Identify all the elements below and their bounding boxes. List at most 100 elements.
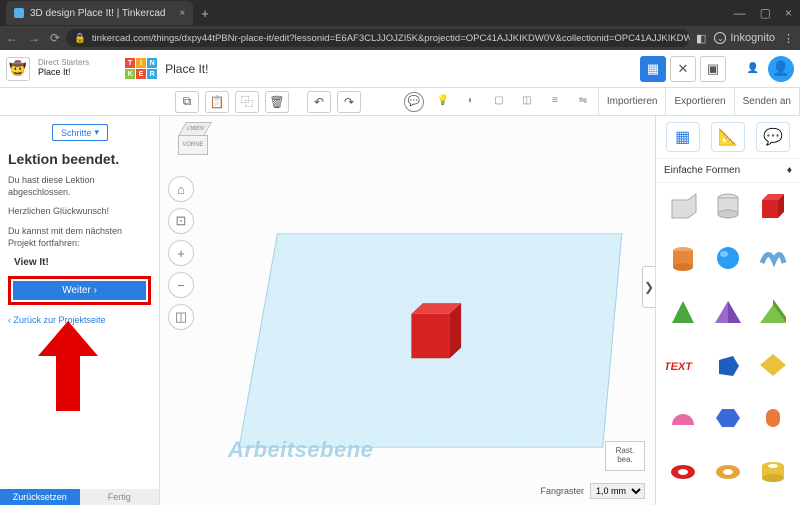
invite-icon[interactable]: 👤 <box>742 58 764 80</box>
lock-icon: 🔒 <box>74 33 86 44</box>
import-button[interactable]: Importieren <box>599 88 667 115</box>
tinkercad-logo[interactable]: TIN KER <box>125 58 157 79</box>
starter-info: Direct Starters Place It! <box>38 59 89 78</box>
shape-diamond-yellow[interactable] <box>753 347 794 383</box>
grid-view-button[interactable]: ▦ <box>640 56 666 82</box>
lesson-footer: Zurücksetzen Fertig <box>0 489 159 505</box>
shape-text-red[interactable]: TEXT <box>662 347 703 383</box>
workplane-tool[interactable]: ▦ <box>666 122 700 152</box>
shape-torus-orange[interactable] <box>707 454 748 490</box>
lesson-title: Lektion beendet. <box>8 151 151 167</box>
copy-button[interactable]: ⧉ <box>175 91 199 113</box>
tools-icon[interactable]: ✕ <box>670 56 696 82</box>
zoom-in-button[interactable]: + <box>168 240 194 266</box>
ungroup-icon[interactable]: ◫ <box>518 92 536 110</box>
reset-button[interactable]: Zurücksetzen <box>0 489 80 505</box>
workspace-canvas[interactable]: OBEN VORNE ⌂ ⊡ + − ◫ <box>160 116 655 505</box>
shape-cylinder-striped[interactable] <box>707 187 748 223</box>
menu-icon[interactable]: ⋮ <box>783 32 794 45</box>
undo-button[interactable]: ↶ <box>307 91 331 113</box>
workplane[interactable]: Arbeitsebene <box>220 216 641 465</box>
forward-icon[interactable]: → <box>28 31 40 45</box>
maximize-icon[interactable]: ▢ <box>760 6 771 20</box>
snap-value-select[interactable]: 1,0 mm <box>590 483 645 499</box>
next-project-name: View It! <box>14 257 151 268</box>
done-button[interactable]: Fertig <box>80 489 160 505</box>
shape-box-red[interactable] <box>753 187 794 223</box>
notes-icon[interactable]: 💬 <box>404 92 424 112</box>
browser-addressbar: ← → ⟳ 🔒 tinkercad.com/things/dxpy44tPBNr… <box>0 26 800 50</box>
shape-box-striped[interactable] <box>662 187 703 223</box>
project-title[interactable]: Place It! <box>165 62 208 76</box>
toolbar: ⧉ 📋 ⿻ 🗑 ↶ ↷ 💬 💡 ◐ ▢ ◫ ≡ ⇋ Importieren Ex… <box>0 88 800 116</box>
starter-badge[interactable]: 🤠 <box>6 57 30 81</box>
ortho-toggle-button[interactable]: ◫ <box>168 304 194 330</box>
lesson-text-3: Du kannst mit dem nächsten Projekt fortf… <box>8 226 151 249</box>
red-arrow-annotation <box>38 321 98 411</box>
view-cube[interactable]: OBEN VORNE <box>174 122 216 164</box>
lesson-text-1: Du hast diese Lektion abgeschlossen. <box>8 175 151 198</box>
duplicate-button[interactable]: ⿻ <box>235 91 259 113</box>
shape-roof-green[interactable] <box>753 294 794 330</box>
briefcase-icon[interactable]: ▣ <box>700 56 726 82</box>
reload-icon[interactable]: ⟳ <box>50 31 60 45</box>
chevron-down-icon: ▾ <box>95 127 100 138</box>
group-icon[interactable]: ▢ <box>490 92 508 110</box>
browser-tab[interactable]: 3D design Place It! | Tinkercad × <box>6 1 193 25</box>
export-button[interactable]: Exportieren <box>666 88 734 115</box>
lesson-text-2: Herzlichen Glückwunsch! <box>8 206 151 218</box>
updown-icon: ♦ <box>787 165 792 176</box>
url-text: tinkercad.com/things/dxpy44tPBNr-place-i… <box>92 33 690 44</box>
shape-capsule-orange[interactable] <box>753 400 794 436</box>
tab-title: 3D design Place It! | Tinkercad <box>30 8 165 19</box>
workplane-label: Arbeitsebene <box>228 437 373 463</box>
zoom-out-button[interactable]: − <box>168 272 194 298</box>
home-view-button[interactable]: ⌂ <box>168 176 194 202</box>
ruler-tool[interactable]: 📐 <box>711 122 745 152</box>
incognito-badge: ⌄ Inkognito <box>714 32 775 44</box>
minimize-icon[interactable]: — <box>734 6 746 20</box>
red-box-shape <box>411 303 461 358</box>
new-tab-button[interactable]: + <box>201 6 209 21</box>
continue-button[interactable]: Weiter › <box>13 281 146 300</box>
shape-cone-green[interactable] <box>662 294 703 330</box>
back-icon[interactable]: ← <box>6 31 18 45</box>
extension-icon[interactable]: ◧ <box>696 32 706 45</box>
user-avatar[interactable]: 👤 <box>768 56 794 82</box>
steps-dropdown[interactable]: Schritte▾ <box>52 124 108 141</box>
shape-halfsphere-pink[interactable] <box>662 400 703 436</box>
redo-button[interactable]: ↷ <box>337 91 361 113</box>
send-to-button[interactable]: Senden an <box>735 88 800 115</box>
shape-tube-yellow[interactable] <box>753 454 794 490</box>
url-field[interactable]: 🔒 tinkercad.com/things/dxpy44tPBNr-place… <box>66 29 690 47</box>
shape-hex-blue[interactable] <box>707 400 748 436</box>
shape-sphere-blue[interactable] <box>707 240 748 276</box>
svg-text:TEXT: TEXT <box>666 361 693 373</box>
shape-polygon-blue[interactable] <box>707 347 748 383</box>
browser-tabstrip: 3D design Place It! | Tinkercad × + — ▢ … <box>0 0 800 26</box>
close-window-icon[interactable]: × <box>785 6 792 20</box>
favicon <box>14 8 24 18</box>
app-header: 🤠 Direct Starters Place It! TIN KER Plac… <box>0 50 800 88</box>
comment-tool[interactable]: 💬 <box>756 122 790 152</box>
shape-pyramid-purple[interactable] <box>707 294 748 330</box>
shape-category-select[interactable]: Einfache Formen ♦ <box>656 159 800 183</box>
visibility-icon[interactable]: ◐ <box>462 92 480 110</box>
mirror-icon[interactable]: ⇋ <box>574 92 592 110</box>
shape-cylinder-orange[interactable] <box>662 240 703 276</box>
panel-collapse-handle[interactable]: ❯ <box>642 266 655 308</box>
shape-scribble[interactable] <box>753 240 794 276</box>
shape-grid: TEXT <box>656 183 800 505</box>
bulb-icon[interactable]: 💡 <box>434 92 452 110</box>
shape-torus-red[interactable] <box>662 454 703 490</box>
snap-edit-box[interactable]: Rast. bea. <box>605 441 645 471</box>
snap-label: Fangraster <box>540 486 584 496</box>
main-area: Schritte▾ Lektion beendet. Du hast diese… <box>0 116 800 505</box>
align-icon[interactable]: ≡ <box>546 92 564 110</box>
shapes-panel: ▦ 📐 💬 Einfache Formen ♦ TEXT <box>655 116 800 505</box>
close-tab-icon[interactable]: × <box>179 8 185 19</box>
paste-button[interactable]: 📋 <box>205 91 229 113</box>
view-tools: ⌂ ⊡ + − ◫ <box>168 176 194 330</box>
delete-button[interactable]: 🗑 <box>265 91 289 113</box>
fit-view-button[interactable]: ⊡ <box>168 208 194 234</box>
